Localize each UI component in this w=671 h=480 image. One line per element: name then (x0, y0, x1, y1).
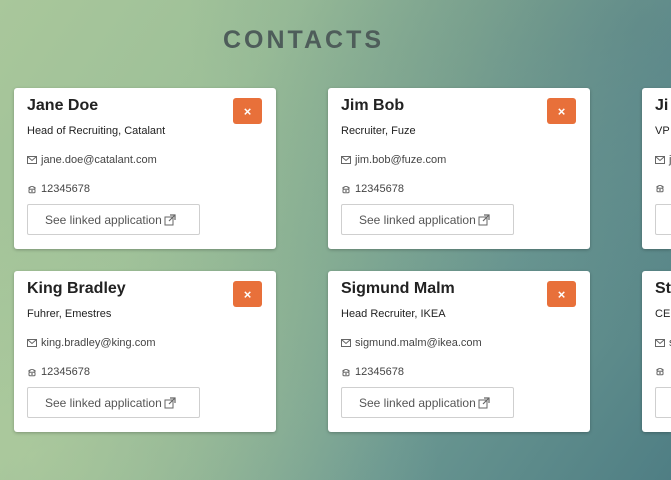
contact-email-row: king.bradley@king.com (27, 337, 156, 349)
telephone-icon (28, 369, 36, 377)
contact-phone-row: 12345678 (341, 183, 404, 195)
see-linked-application-button[interactable] (655, 204, 671, 235)
contact-card: Sigmund Malm × Head Recruiter, IKEA sigm… (328, 271, 590, 432)
see-linked-application-button[interactable]: See linked application (341, 204, 514, 235)
close-icon: × (243, 286, 252, 302)
contact-role: Fuhrer, Emestres (27, 308, 112, 320)
close-icon: × (243, 103, 252, 119)
contact-phone: 12345678 (41, 183, 90, 195)
delete-contact-button[interactable]: × (547, 281, 576, 307)
telephone-icon (656, 185, 664, 193)
contact-phone-row: 12345678 (341, 366, 404, 378)
contact-phone: 12345678 (355, 366, 404, 378)
external-link-icon (164, 213, 176, 225)
delete-contact-button[interactable]: × (547, 98, 576, 124)
link-label: See linked application (45, 212, 162, 227)
contact-card: Jane Doe × Head of Recruiting, Catalant … (14, 88, 276, 249)
contact-name: Jane Doe (27, 97, 99, 114)
contact-phone-row: 12345678 (27, 366, 90, 378)
link-label: See linked application (359, 395, 476, 410)
contact-phone-row: 12345678 (27, 183, 90, 195)
contact-role: Head Recruiter, IKEA (341, 308, 446, 320)
contact-email[interactable]: king.bradley@king.com (41, 337, 156, 349)
contact-email[interactable]: jim.bob@fuze.com (355, 154, 446, 166)
contact-email-row: sigmund.malm@ikea.com (341, 337, 482, 349)
envelope-icon (27, 156, 37, 164)
contact-card-partial: Ji VP j (642, 88, 671, 249)
contact-email[interactable]: jane.doe@catalant.com (41, 154, 157, 166)
contact-email-row: j (655, 154, 671, 166)
contact-name: Ji (655, 97, 669, 114)
delete-contact-button[interactable]: × (233, 98, 262, 124)
see-linked-application-button[interactable]: See linked application (27, 204, 200, 235)
see-linked-application-button[interactable]: See linked application (27, 387, 200, 418)
envelope-icon (27, 339, 37, 347)
contact-card: Jim Bob × Recruiter, Fuze jim.bob@fuze.c… (328, 88, 590, 249)
see-linked-application-button[interactable]: See linked application (341, 387, 514, 418)
contact-name: King Bradley (27, 280, 126, 297)
contact-name: St (655, 280, 671, 297)
contact-email-row: s (655, 337, 671, 349)
contact-card: King Bradley × Fuhrer, Emestres king.bra… (14, 271, 276, 432)
contact-phone: 12345678 (355, 183, 404, 195)
telephone-icon (342, 369, 350, 377)
see-linked-application-button[interactable] (655, 387, 671, 418)
external-link-icon (478, 213, 490, 225)
close-icon: × (557, 286, 566, 302)
contact-email[interactable]: sigmund.malm@ikea.com (355, 337, 482, 349)
contact-email-row: jane.doe@catalant.com (27, 154, 157, 166)
contact-name: Jim Bob (341, 97, 405, 114)
delete-contact-button[interactable]: × (233, 281, 262, 307)
link-label: See linked application (45, 395, 162, 410)
page-title: CONTACTS (223, 26, 385, 54)
contact-phone-row (655, 366, 669, 376)
envelope-icon (655, 156, 665, 164)
contact-role: VP (655, 125, 670, 137)
contact-role: Head of Recruiting, Catalant (27, 125, 166, 137)
contact-role: Recruiter, Fuze (341, 125, 416, 137)
close-icon: × (557, 103, 566, 119)
contact-card-partial: St CE s (642, 271, 671, 432)
contact-role: CE (655, 308, 671, 320)
envelope-icon (655, 339, 665, 347)
telephone-icon (342, 186, 350, 194)
external-link-icon (164, 396, 176, 408)
telephone-icon (656, 368, 664, 376)
envelope-icon (341, 339, 351, 347)
link-label: See linked application (359, 212, 476, 227)
external-link-icon (478, 396, 490, 408)
contact-email-row: jim.bob@fuze.com (341, 154, 446, 166)
contact-phone-row (655, 183, 669, 193)
envelope-icon (341, 156, 351, 164)
contact-name: Sigmund Malm (341, 280, 455, 297)
contact-phone: 12345678 (41, 366, 90, 378)
telephone-icon (28, 186, 36, 194)
